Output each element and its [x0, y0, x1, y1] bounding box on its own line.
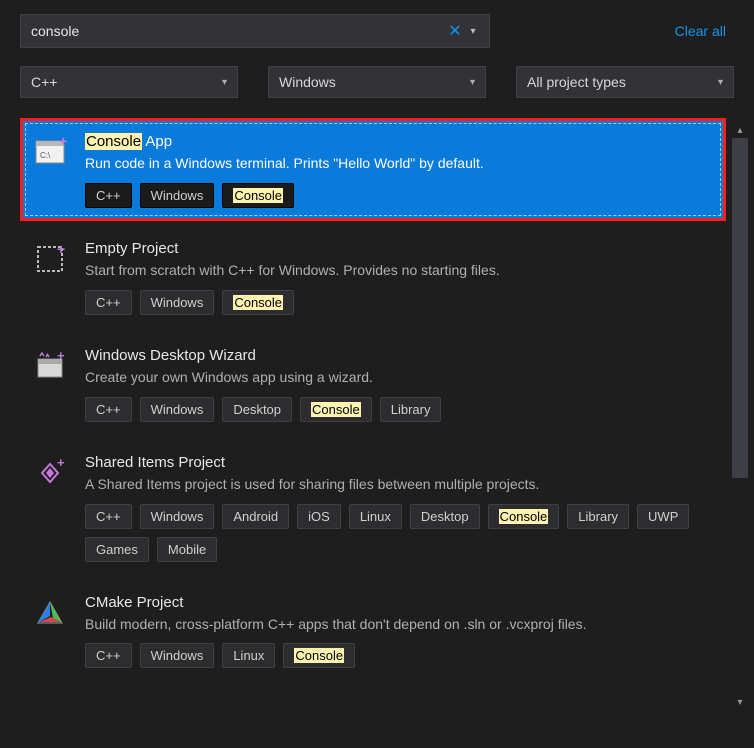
template-item[interactable]: C:\ + Console App Run code in a Windows ter… [20, 118, 726, 221]
chevron-down-icon: ▾ [718, 77, 723, 88]
tag: C++ [85, 290, 132, 315]
scroll-down-icon[interactable]: ▾ [732, 694, 748, 710]
search-box[interactable]: ✕ ▾ [20, 14, 490, 48]
platform-filter[interactable]: Windows ▾ [268, 66, 486, 98]
template-description: Create your own Windows app using a wiza… [85, 368, 713, 387]
template-description: Run code in a Windows terminal. Prints "… [85, 154, 713, 173]
tag: Windows [140, 290, 215, 315]
tag: Console [283, 643, 355, 668]
tag: Android [222, 504, 289, 529]
language-filter-label: C++ [31, 74, 57, 90]
cmake-icon [33, 594, 71, 632]
tag: Desktop [410, 504, 480, 529]
language-filter[interactable]: C++ ▾ [20, 66, 238, 98]
template-item[interactable]: + Shared Items Project A Shared Items proj… [20, 439, 726, 575]
scrollbar[interactable]: ▴ ▾ [732, 122, 748, 710]
tag: Console [300, 397, 372, 422]
template-title: Shared Items Project [85, 454, 713, 471]
search-history-dropdown-icon[interactable]: ▾ [465, 26, 481, 37]
scroll-thumb[interactable] [732, 138, 748, 478]
tag: iOS [297, 504, 341, 529]
clear-all-link[interactable]: Clear all [675, 23, 734, 39]
tag: Games [85, 537, 149, 562]
svg-text:+: + [57, 351, 65, 363]
tag: UWP [637, 504, 689, 529]
svg-text:+: + [57, 458, 65, 470]
tag: Windows [140, 643, 215, 668]
tag: Console [222, 183, 294, 208]
shared-icon: + [33, 454, 71, 492]
tag: C++ [85, 643, 132, 668]
template-description: Build modern, cross-platform C++ apps th… [85, 615, 713, 634]
clear-search-icon[interactable]: ✕ [445, 21, 465, 41]
scroll-up-icon[interactable]: ▴ [732, 122, 748, 138]
tag: Console [222, 290, 294, 315]
tag: C++ [85, 397, 132, 422]
wizard-icon: + [33, 347, 71, 385]
tag: Mobile [157, 537, 217, 562]
template-list: C:\ + Console App Run code in a Windows ter… [0, 112, 754, 710]
tag: Windows [140, 504, 215, 529]
svg-text:C:\: C:\ [40, 151, 51, 160]
template-title: Windows Desktop Wizard [85, 347, 713, 364]
template-title: CMake Project [85, 594, 713, 611]
template-item[interactable]: + Empty Project Start from scratch with C+… [20, 225, 726, 328]
template-tags: C++ Windows Android iOS Linux Desktop Console L… [85, 504, 713, 562]
tag: C++ [85, 183, 132, 208]
tag: Linux [222, 643, 275, 668]
tag: Linux [349, 504, 402, 529]
template-description: A Shared Items project is used for shari… [85, 475, 713, 494]
template-tags: C++ Windows Linux Console [85, 643, 713, 668]
template-description: Start from scratch with C++ for Windows.… [85, 261, 713, 280]
template-item[interactable]: CMake Project Build modern, cross-platfor… [20, 579, 726, 682]
template-tags: C++ Windows Desktop Console Library [85, 397, 713, 422]
svg-text:+: + [59, 137, 67, 149]
svg-text:+: + [57, 244, 65, 257]
template-tags: C++ Windows Console [85, 183, 713, 208]
template-title: Console App [85, 133, 713, 150]
tag: C++ [85, 504, 132, 529]
console-icon: C:\ + [33, 133, 71, 171]
tag: Library [567, 504, 629, 529]
tag: Windows [140, 397, 215, 422]
template-item[interactable]: + Windows Desktop Wizard Create your own W… [20, 332, 726, 435]
chevron-down-icon: ▾ [222, 77, 227, 88]
scroll-track[interactable] [732, 138, 748, 694]
tag: Console [488, 504, 560, 529]
empty-icon: + [33, 240, 71, 278]
tag: Desktop [222, 397, 292, 422]
tag: Library [380, 397, 442, 422]
template-tags: C++ Windows Console [85, 290, 713, 315]
project-type-filter[interactable]: All project types ▾ [516, 66, 734, 98]
project-type-filter-label: All project types [527, 74, 626, 90]
tag: Windows [140, 183, 215, 208]
chevron-down-icon: ▾ [470, 77, 475, 88]
search-input[interactable] [31, 23, 445, 39]
template-title: Empty Project [85, 240, 713, 257]
platform-filter-label: Windows [279, 74, 336, 90]
